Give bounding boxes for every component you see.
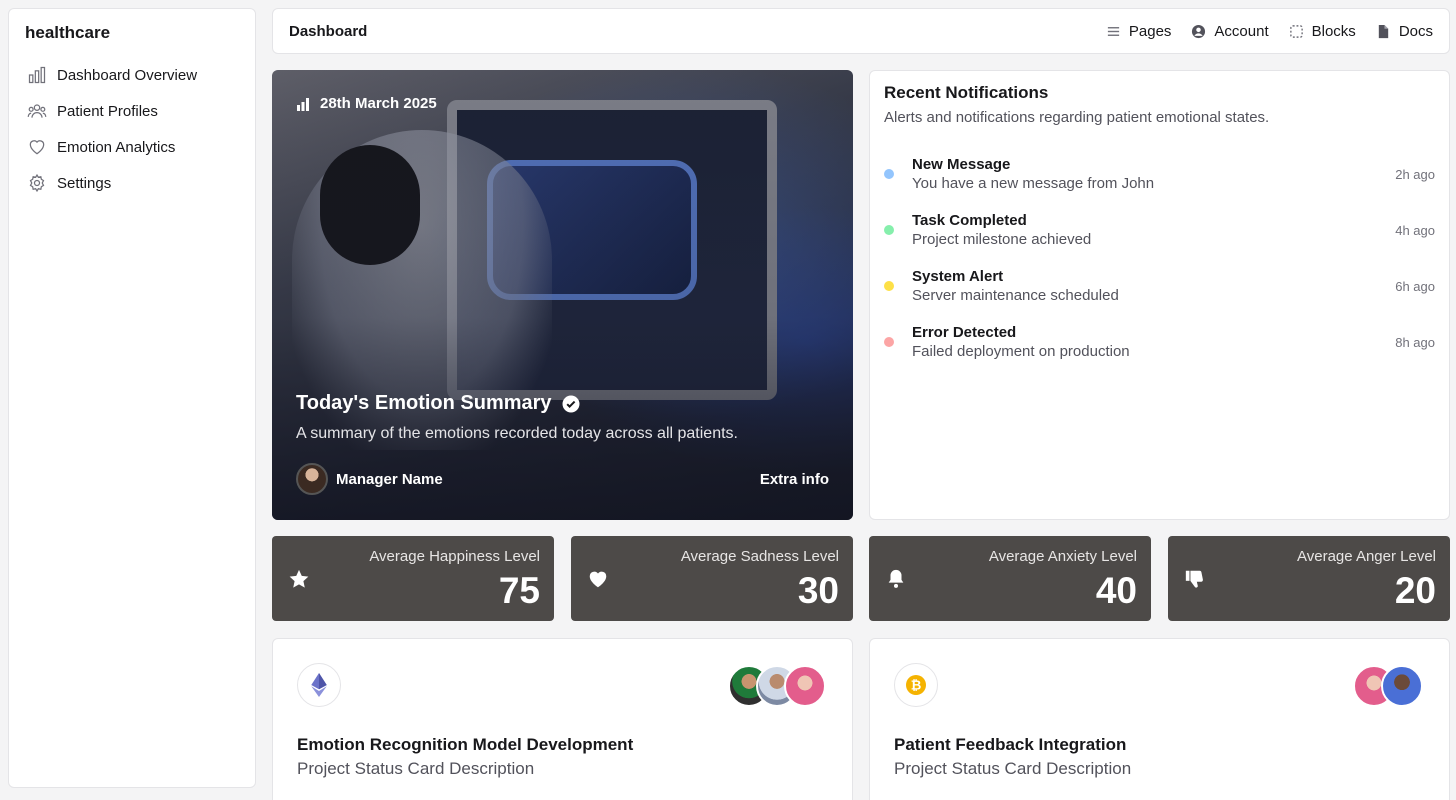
- notification-item[interactable]: Error Detected Failed deployment on prod…: [884, 314, 1435, 370]
- notification-title: Task Completed: [912, 212, 1027, 229]
- project-title: Emotion Recognition Model Development: [297, 735, 634, 754]
- project-title: Patient Feedback Integration: [894, 735, 1127, 754]
- sidebar-item-label: Dashboard Overview: [57, 66, 198, 84]
- hero-description: A summary of the emotions recorded today…: [296, 425, 738, 442]
- bitcoin-icon: ₿: [906, 675, 926, 695]
- notification-message: You have a new message from John: [912, 175, 1155, 192]
- project-card[interactable]: Emotion Recognition Model Development Pr…: [272, 638, 853, 800]
- sidebar-item-label: Patient Profiles: [57, 102, 158, 120]
- sidebar-item-patient-profiles[interactable]: Patient Profiles: [25, 93, 239, 129]
- notifications-card: Recent Notifications Alerts and notifica…: [869, 70, 1450, 520]
- notification-item[interactable]: System Alert Server maintenance schedule…: [884, 258, 1435, 314]
- star-icon: [289, 569, 309, 588]
- hero-footer: Manager Name Extra info: [296, 463, 829, 495]
- notification-time: 6h ago: [1395, 278, 1435, 294]
- avatar: [296, 463, 328, 495]
- notification-time: 2h ago: [1395, 166, 1435, 182]
- manager-name: Manager Name: [336, 470, 443, 488]
- sidebar-item-label: Settings: [57, 174, 112, 192]
- notifications-title: Recent Notifications: [884, 83, 1049, 102]
- thumbs-down-icon: [1185, 570, 1203, 588]
- team-avatars: [1353, 665, 1423, 707]
- sidebar-item-emotion-analytics[interactable]: Emotion Analytics: [25, 129, 239, 165]
- users-icon: [27, 104, 47, 118]
- stat-value: 40: [1095, 570, 1137, 611]
- top-bar: Dashboard Pages Account Blocks Docs: [272, 8, 1450, 54]
- project-icon: [297, 663, 341, 707]
- nav-pages-label: Pages: [1128, 22, 1172, 40]
- notification-title: System Alert: [912, 268, 1004, 285]
- stat-value: 75: [498, 570, 540, 611]
- ethereum-icon: [311, 673, 327, 697]
- extra-info-link[interactable]: Extra info: [760, 471, 829, 488]
- hero-overlay: [272, 70, 853, 520]
- status-dot: [884, 169, 894, 179]
- project-card[interactable]: ₿ Patient Feedback Integration Project S…: [869, 638, 1450, 800]
- notification-title: Error Detected: [912, 324, 1017, 341]
- emotion-summary-card[interactable]: 28th March 2025 Today's Emotion Summary …: [272, 70, 853, 520]
- hero-date: 28th March 2025: [296, 95, 437, 112]
- heart-icon: [589, 571, 607, 588]
- nav-blocks[interactable]: Blocks: [1289, 23, 1356, 40]
- svg-text:₿: ₿: [911, 679, 922, 694]
- stat-label: Average Happiness Level: [369, 548, 540, 565]
- signal-bars-icon: [297, 97, 309, 111]
- stat-label: Average Anger Level: [1297, 548, 1436, 565]
- notifications-list: New Message You have a new message from …: [884, 146, 1435, 370]
- hero-title-text: Today's Emotion Summary: [296, 392, 552, 414]
- notification-time: 8h ago: [1395, 334, 1435, 350]
- stat-card-anger[interactable]: Average Anger Level 20: [1168, 536, 1450, 621]
- sidebar: healthcare Dashboard Overview Patient Pr…: [8, 8, 256, 788]
- nav-blocks-label: Blocks: [1311, 22, 1356, 40]
- document-icon: [1378, 24, 1388, 38]
- bell-icon: [888, 569, 904, 588]
- avatar[interactable]: [784, 665, 826, 707]
- stat-value: 20: [1394, 570, 1436, 611]
- brand-name: healthcare: [25, 23, 111, 42]
- stat-card-sadness[interactable]: Average Sadness Level 30: [571, 536, 853, 621]
- sidebar-item-dashboard-overview[interactable]: Dashboard Overview: [25, 57, 239, 93]
- project-icon: ₿: [894, 663, 938, 707]
- stat-label: Average Anxiety Level: [988, 548, 1137, 565]
- heart-icon: [29, 140, 45, 155]
- notification-message: Server maintenance scheduled: [912, 287, 1119, 304]
- notification-title: New Message: [912, 156, 1011, 173]
- verified-check-icon: [562, 395, 580, 412]
- avatar[interactable]: [1381, 665, 1423, 707]
- nav-account[interactable]: Account: [1191, 22, 1269, 40]
- hero-title: Today's Emotion Summary: [296, 392, 580, 415]
- notification-item[interactable]: New Message You have a new message from …: [884, 146, 1435, 202]
- hero-date-text: 28th March 2025: [320, 95, 437, 112]
- project-description: Project Status Card Description: [297, 759, 535, 778]
- team-avatars: [728, 665, 826, 707]
- menu-icon: [1107, 26, 1119, 36]
- bar-chart-icon: [28, 66, 46, 84]
- notification-message: Failed deployment on production: [912, 343, 1130, 360]
- notifications-subtitle: Alerts and notifications regarding patie…: [884, 109, 1270, 126]
- nav-docs-label: Docs: [1398, 22, 1433, 40]
- top-nav: Pages Account Blocks Docs: [1106, 23, 1433, 40]
- sidebar-item-settings[interactable]: Settings: [25, 165, 239, 201]
- status-dot: [884, 225, 894, 235]
- notification-time: 4h ago: [1395, 222, 1435, 238]
- stat-label: Average Sadness Level: [680, 548, 839, 565]
- status-dot: [884, 337, 894, 347]
- project-description: Project Status Card Description: [894, 759, 1132, 778]
- user-circle-icon: [1192, 24, 1206, 38]
- gear-icon: [29, 173, 45, 193]
- page-title: Dashboard: [289, 22, 368, 40]
- stat-value: 30: [797, 570, 839, 611]
- stat-card-anxiety[interactable]: Average Anxiety Level 40: [869, 536, 1151, 621]
- notification-item[interactable]: Task Completed Project milestone achieve…: [884, 202, 1435, 258]
- nav-docs[interactable]: Docs: [1376, 23, 1433, 40]
- nav-pages[interactable]: Pages: [1106, 22, 1172, 40]
- nav-account-label: Account: [1214, 22, 1269, 40]
- sidebar-item-label: Emotion Analytics: [57, 138, 176, 156]
- notification-message: Project milestone achieved: [912, 231, 1092, 248]
- manager-info[interactable]: Manager Name: [296, 463, 443, 495]
- blocks-icon: [1289, 24, 1303, 38]
- stat-card-happiness[interactable]: Average Happiness Level 75: [272, 536, 554, 621]
- status-dot: [884, 281, 894, 291]
